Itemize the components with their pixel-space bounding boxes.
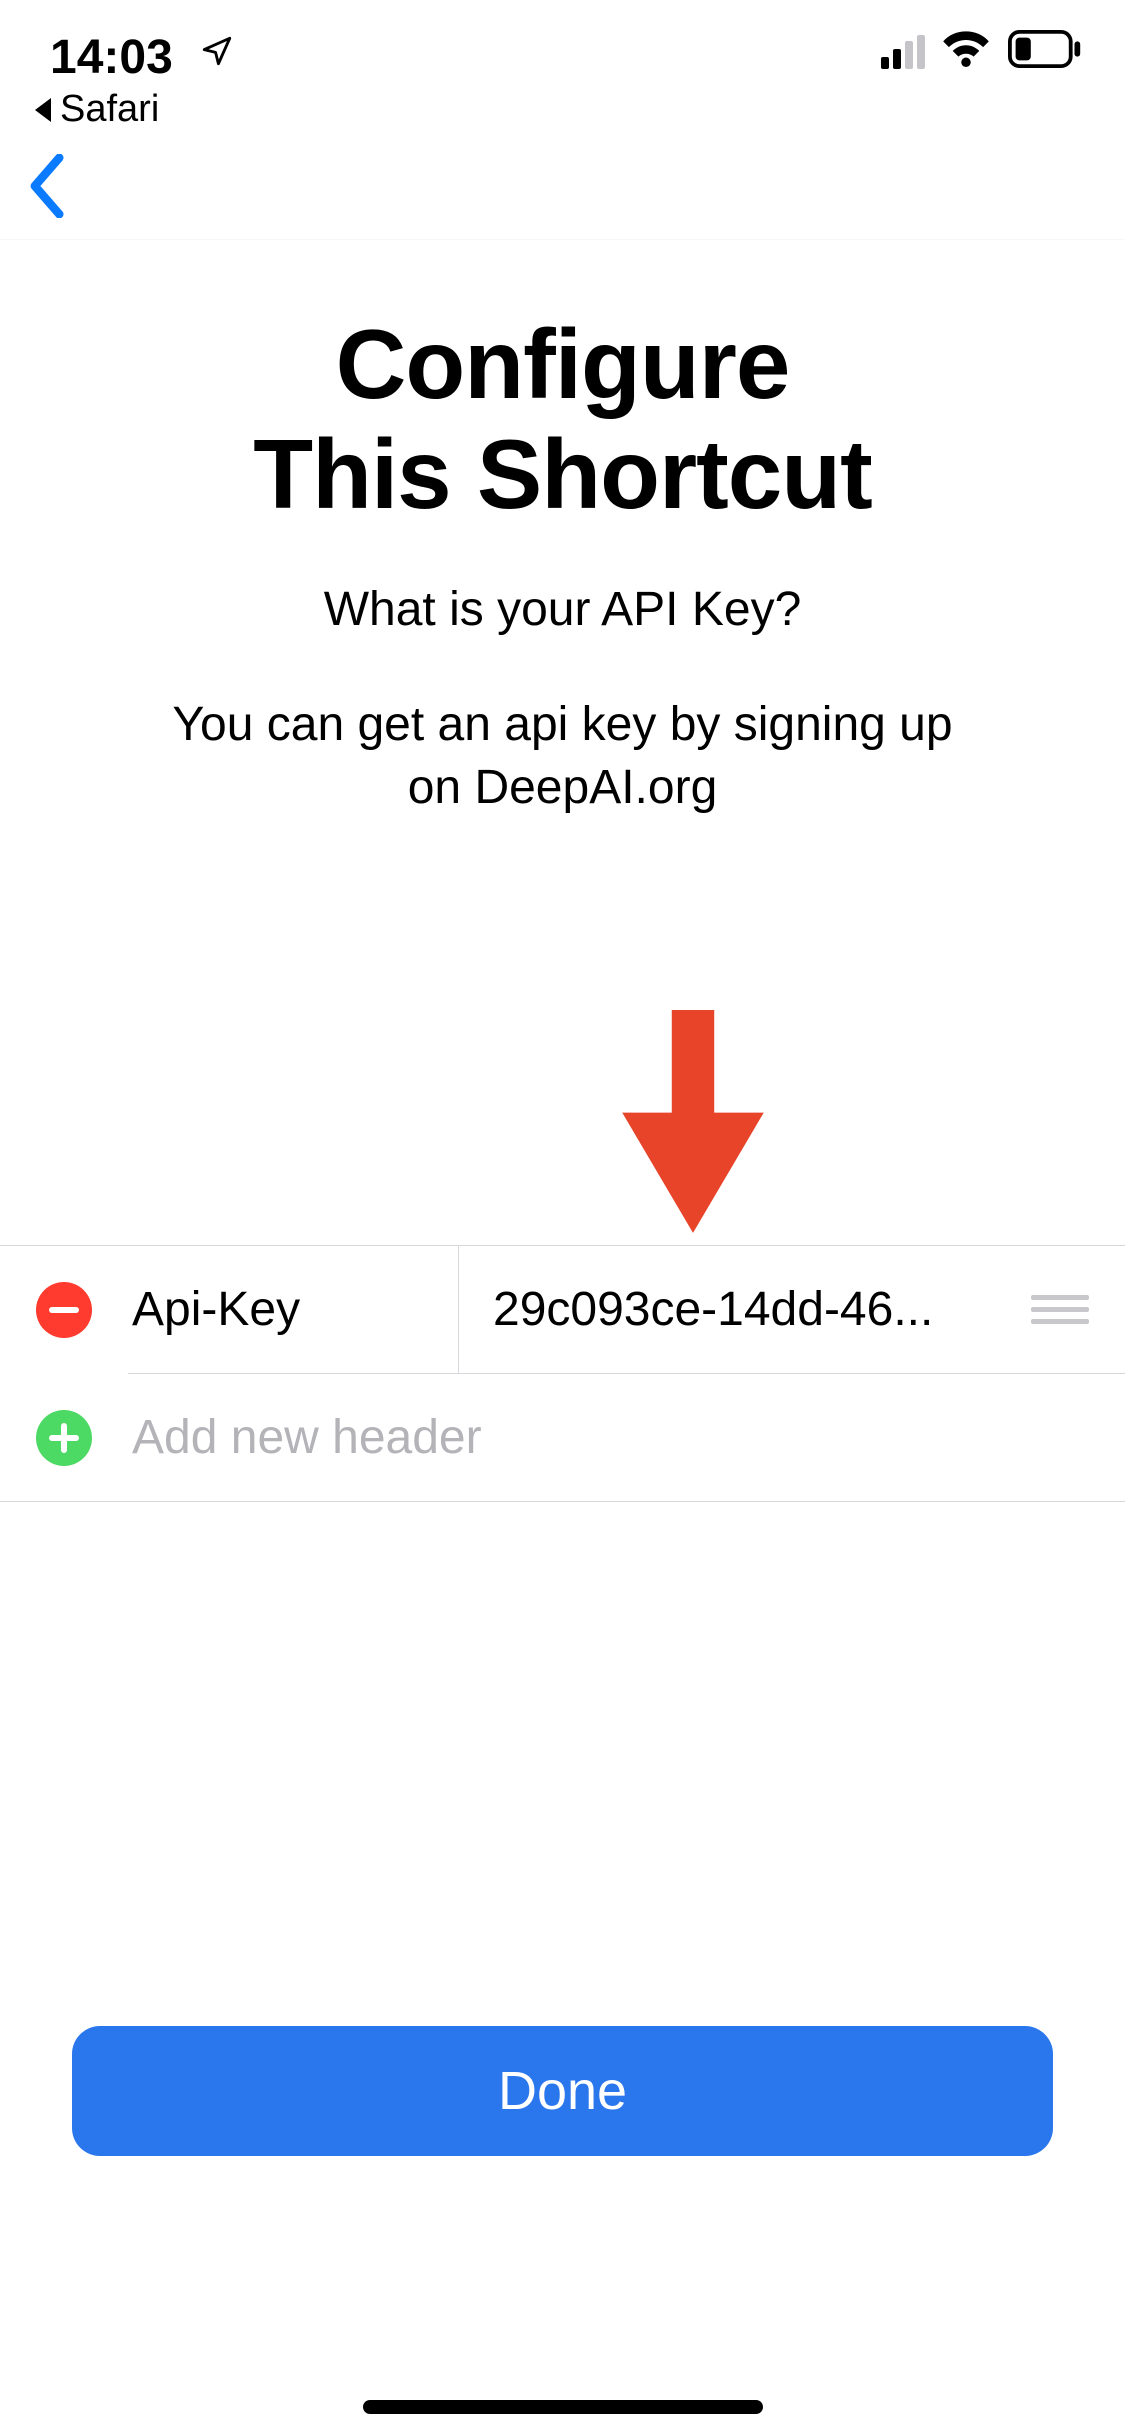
header-value-field[interactable]: 29c093ce-14dd-46... [493, 1282, 1017, 1337]
status-bar: 14:03 Safari [0, 0, 1125, 130]
annotation-arrow [0, 1010, 1125, 1240]
description-text: You can get an api key by signing up on … [0, 693, 1125, 820]
content-area: Configure This Shortcut What is your API… [0, 240, 1125, 819]
back-to-app-label: Safari [60, 88, 159, 131]
battery-icon [1007, 30, 1085, 73]
header-key-field[interactable]: Api-Key [132, 1282, 452, 1337]
location-services-icon [200, 34, 234, 73]
question-text: What is your API Key? [0, 582, 1125, 637]
wifi-icon [941, 30, 991, 73]
description-line2: on DeepAI.org [0, 756, 1125, 819]
status-right-cluster [881, 30, 1085, 73]
add-header-row[interactable]: Add new header [0, 1374, 1125, 1501]
delete-row-button[interactable] [36, 1282, 92, 1338]
table-separator [0, 1501, 1125, 1502]
cell-divider [458, 1246, 459, 1373]
navigation-bar [0, 130, 1125, 240]
back-to-app-button[interactable]: Safari [32, 88, 159, 131]
done-button[interactable]: Done [72, 2026, 1053, 2156]
page-title: Configure This Shortcut [0, 310, 1125, 530]
header-row[interactable]: Api-Key 29c093ce-14dd-46... [0, 1246, 1125, 1373]
page-title-line1: Configure [0, 310, 1125, 420]
description-line1: You can get an api key by signing up [0, 693, 1125, 756]
headers-table: Api-Key 29c093ce-14dd-46... Add new head… [0, 1245, 1125, 1502]
status-time: 14:03 [50, 30, 173, 85]
back-button[interactable] [28, 154, 68, 223]
add-header-placeholder: Add new header [132, 1410, 482, 1465]
cellular-signal-icon [881, 35, 925, 69]
done-button-label: Done [498, 2060, 627, 2122]
reorder-handle-icon[interactable] [1031, 1288, 1089, 1331]
home-indicator[interactable] [363, 2400, 763, 2414]
page-title-line2: This Shortcut [0, 420, 1125, 530]
add-row-button[interactable] [36, 1410, 92, 1466]
